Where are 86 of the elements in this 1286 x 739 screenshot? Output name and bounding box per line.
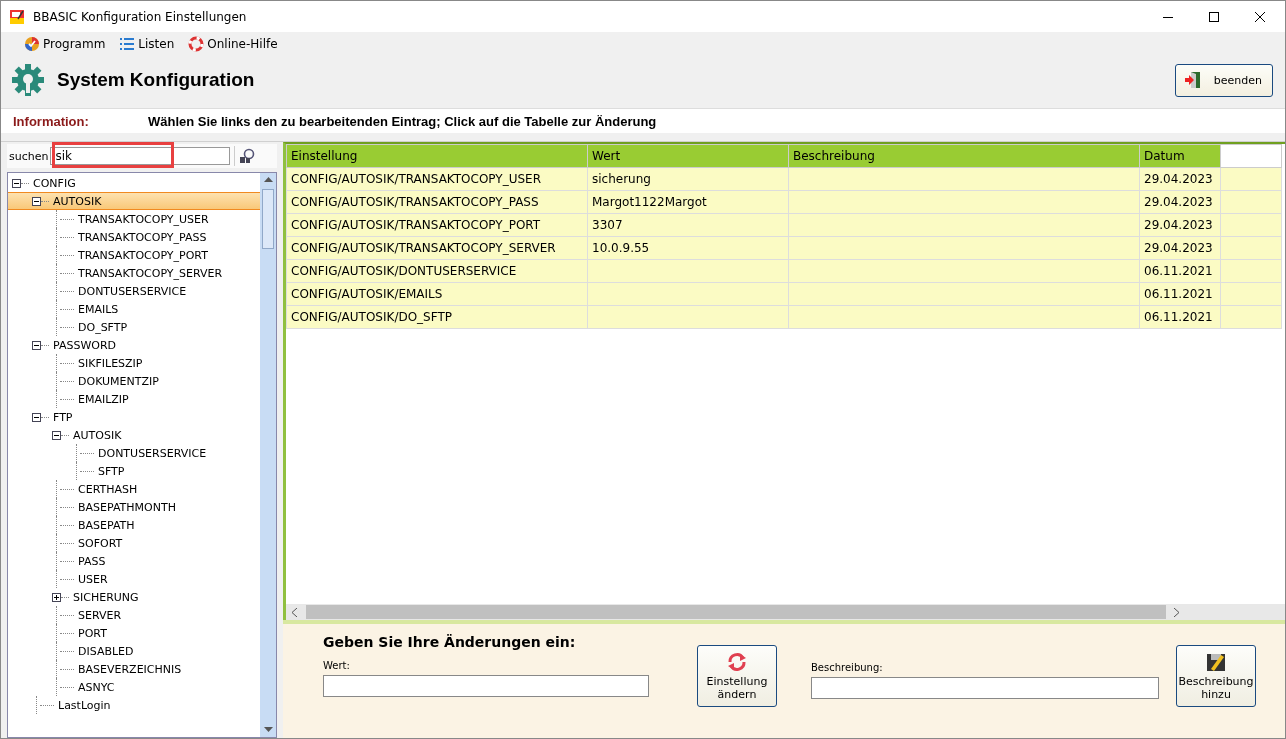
exit-button[interactable]: beenden [1174, 63, 1273, 97]
list-icon [119, 36, 136, 52]
tree-item[interactable]: CERTHASH [8, 480, 260, 498]
tree-item[interactable]: FTP [8, 408, 260, 426]
exit-door-icon [1183, 71, 1202, 89]
input-field[interactable] [323, 675, 649, 697]
tree-item[interactable]: BASEVERZEICHNIS [8, 660, 260, 678]
tree-item[interactable]: TRANSAKTOCOPY_PASS [8, 228, 260, 246]
close-icon [1255, 11, 1265, 22]
window-title: BBASIC Konfiguration Einstellungen [33, 9, 248, 24]
tree-item[interactable]: DO_SFTP [8, 318, 260, 336]
field-label: Beschreibung: [811, 662, 884, 673]
tree-item[interactable]: CONFIG [8, 174, 260, 192]
tree-item[interactable]: TRANSAKTOCOPY_PORT [8, 246, 260, 264]
table-cell: CONFIG/AUTOSIK/TRANSAKTOCOPY_PORT [286, 213, 588, 237]
scroll-right-icon [1174, 607, 1180, 617]
column-header[interactable]: Beschreibung [788, 144, 1140, 168]
tree-item[interactable]: PORT [8, 624, 260, 642]
field-label: Wert: [323, 660, 351, 671]
collapse-icon [32, 340, 41, 350]
table-cell: sicherung [587, 167, 789, 191]
table-cell: CONFIG/AUTOSIK/TRANSAKTOCOPY_SERVER [286, 236, 588, 260]
tree-item[interactable]: BASEPATH [8, 516, 260, 534]
tree-item[interactable]: DISABLED [8, 642, 260, 660]
tree-item[interactable]: SICHERUNG [8, 588, 260, 606]
tree-item[interactable]: TRANSAKTOCOPY_SERVER [8, 264, 260, 282]
tree-item[interactable]: TRANSAKTOCOPY_USER [8, 210, 260, 228]
tree-item[interactable]: ASNYC [8, 678, 260, 696]
input-field[interactable] [811, 677, 1159, 699]
gear-icon [11, 63, 45, 97]
table-cell: CONFIG/AUTOSIK/TRANSAKTOCOPY_PASS [286, 190, 588, 214]
maximize-icon [1209, 11, 1219, 22]
expand-icon [52, 592, 61, 602]
collapse-icon [32, 196, 41, 206]
menu-item[interactable]: Online-Hilfe [185, 34, 281, 54]
column-header[interactable]: Einstellung [286, 144, 588, 168]
table-cell: CONFIG/AUTOSIK/DO_SFTP [286, 305, 588, 329]
collapse-icon [52, 430, 61, 440]
chart-check-icon [24, 36, 40, 52]
tree-item[interactable]: USER [8, 570, 260, 588]
table-cell: CONFIG/AUTOSIK/TRANSAKTOCOPY_USER [286, 167, 588, 191]
search-field[interactable]: sik [50, 147, 231, 165]
collapse-icon [12, 178, 21, 188]
tree-item[interactable]: BASEPATHMONTH [8, 498, 260, 516]
tree-item[interactable]: LastLogin [8, 696, 260, 714]
tree-item[interactable]: DONTUSERSERVICE [8, 282, 260, 300]
tree-item[interactable]: SIKFILESZIP [8, 354, 260, 372]
scroll-up-icon [263, 177, 273, 183]
table-cell: CONFIG/AUTOSIK/EMAILS [286, 282, 588, 306]
column-header[interactable]: Datum [1139, 144, 1221, 168]
info-label: Information: [13, 113, 90, 129]
table-cell: Margot1122Margot [587, 190, 789, 214]
info-text: Wählen Sie links den zu bearbeitenden Eintrag; Click auf die Tabelle zur Änderung [148, 113, 657, 129]
tree-item[interactable]: AUTOSIK [8, 192, 260, 210]
table-cell: 3307 [587, 213, 789, 237]
tree-item[interactable]: SOFORT [8, 534, 260, 552]
tree-item[interactable]: PASSWORD [8, 336, 260, 354]
scroll-down-icon [263, 727, 273, 733]
table-cell: 10.0.9.55 [587, 236, 789, 260]
collapse-icon [32, 412, 41, 422]
scroll-left-icon [292, 607, 298, 617]
scrollbar[interactable] [260, 173, 276, 737]
add-description-button[interactable]: Beschreibung hinzu [1176, 645, 1256, 707]
column-header[interactable]: Wert [587, 144, 789, 168]
refresh-icon [726, 650, 748, 673]
app-icon [9, 8, 25, 25]
scrollbar[interactable] [286, 604, 1285, 620]
tree-item[interactable]: DOKUMENTZIP [8, 372, 260, 390]
scroll-thumb[interactable] [262, 189, 274, 249]
menu-item[interactable]: Programm [21, 34, 109, 54]
tree-item[interactable]: AUTOSIK [8, 426, 260, 444]
tree-item[interactable]: PASS [8, 552, 260, 570]
menu-item[interactable]: Listen [116, 34, 178, 54]
tree-item[interactable]: EMAILZIP [8, 390, 260, 408]
tree-item[interactable]: SFTP [8, 462, 260, 480]
change-button[interactable]: Einstellung ändern [697, 645, 777, 707]
search-label: suchen [9, 149, 49, 163]
binoculars-icon [239, 148, 256, 164]
form-heading: Geben Sie Ihre Änderungen ein: [323, 634, 577, 652]
lifebuoy-icon [188, 36, 205, 52]
table-cell: CONFIG/AUTOSIK/DONTUSERSERVICE [286, 259, 588, 283]
tree-item[interactable]: DONTUSERSERVICE [8, 444, 260, 462]
page-title: System Konfiguration [57, 69, 256, 91]
tree-item[interactable]: EMAILS [8, 300, 260, 318]
tree-item[interactable]: SERVER [8, 606, 260, 624]
scroll-thumb[interactable] [306, 605, 1166, 619]
